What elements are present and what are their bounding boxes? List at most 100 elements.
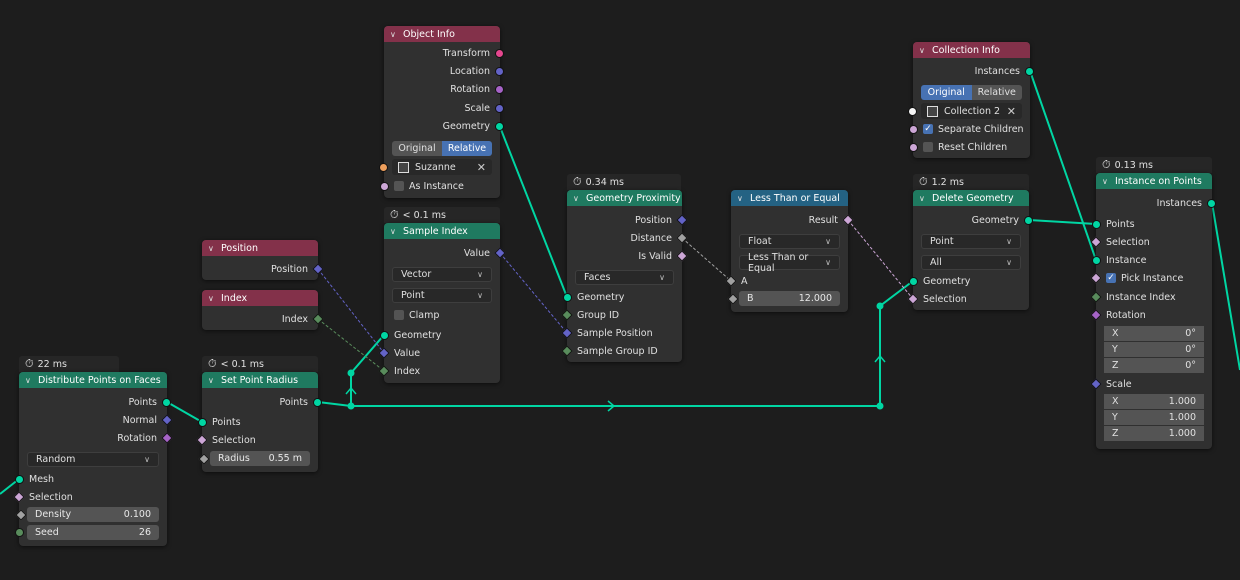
clamp-row[interactable]: Clamp [384, 306, 500, 324]
socket-geometry[interactable] [563, 292, 572, 302]
radius-field[interactable]: Radius 0.55 m [198, 451, 310, 466]
socket-index-in[interactable] [378, 365, 390, 377]
as-instance-row[interactable]: As Instance [380, 177, 500, 195]
position-node[interactable]: ∨ Position Position [202, 240, 324, 280]
compare-header[interactable]: ∨ Less Than or Equal [731, 190, 848, 206]
socket-points-out[interactable] [313, 397, 322, 407]
socket-density[interactable] [15, 509, 27, 521]
socket-a[interactable] [725, 275, 737, 287]
socket-instances-out[interactable] [1207, 198, 1216, 208]
set-point-radius-node[interactable]: ∨ Set Point Radius Points Points Selectio… [196, 372, 322, 472]
socket-normal[interactable] [161, 414, 173, 426]
chevron-down-icon[interactable]: ∨ [737, 194, 747, 203]
as-instance-checkbox[interactable] [394, 181, 404, 191]
target-element-dropdown[interactable]: Faces ∨ [575, 270, 674, 285]
close-icon[interactable]: ✕ [477, 161, 486, 174]
rotation-z-field[interactable]: Z 0° [1104, 358, 1204, 373]
chevron-down-icon[interactable]: ∨ [573, 194, 583, 203]
transform-space-toggle[interactable]: Original Relative [392, 141, 492, 156]
data-type-dropdown[interactable]: Float ∨ [739, 234, 840, 249]
socket-selection[interactable] [1090, 236, 1102, 248]
socket-value-out[interactable] [494, 247, 506, 259]
socket-instance-index[interactable] [1090, 291, 1102, 303]
chevron-down-icon[interactable]: ∨ [1102, 177, 1112, 186]
socket-points-in[interactable] [198, 417, 207, 427]
socket-collection[interactable] [908, 107, 917, 116]
socket-points[interactable] [162, 397, 171, 407]
chevron-down-icon[interactable]: ∨ [208, 244, 218, 253]
socket-points[interactable] [1092, 219, 1101, 229]
socket-transform[interactable] [495, 48, 504, 58]
b-field[interactable]: B 12.000 [727, 291, 840, 306]
socket-selection[interactable] [907, 293, 919, 305]
distribute-points-node[interactable]: ∨ Distribute Points on Faces Points Norma… [13, 372, 173, 546]
socket-radius[interactable] [198, 453, 210, 465]
socket-sample-position[interactable] [561, 327, 573, 339]
socket-mesh[interactable] [15, 474, 24, 484]
socket-distance[interactable] [676, 232, 688, 244]
pick-instance-row[interactable]: ✓ Pick Instance [1090, 269, 1212, 287]
chevron-down-icon[interactable]: ∨ [919, 46, 929, 55]
distribute-header[interactable]: ∨ Distribute Points on Faces [19, 372, 167, 388]
socket-value-in[interactable] [378, 347, 390, 359]
chevron-down-icon[interactable]: ∨ [208, 376, 218, 385]
operation-dropdown[interactable]: Less Than or Equal ∨ [739, 252, 840, 274]
transform-space-toggle[interactable]: Original Relative [921, 85, 1022, 100]
chevron-down-icon[interactable]: ∨ [25, 376, 35, 385]
socket-instances[interactable] [1025, 66, 1034, 76]
distribute-method-dropdown[interactable]: Random ∨ [27, 452, 159, 467]
seed-field[interactable]: Seed 26 [15, 525, 159, 540]
socket-index[interactable] [312, 313, 324, 325]
object-info-node[interactable]: ∨ Object Info Transform Location Rotation… [379, 26, 504, 198]
index-node[interactable]: ∨ Index Index [202, 290, 324, 330]
rotation-x-field[interactable]: X 0° [1104, 326, 1204, 341]
socket-sample-group-id[interactable] [561, 345, 573, 357]
index-header[interactable]: ∨ Index [202, 290, 318, 306]
reset-children-checkbox[interactable] [923, 142, 933, 152]
scale-x-field[interactable]: X 1.000 [1104, 394, 1204, 409]
delete-header[interactable]: ∨ Delete Geometry [913, 190, 1029, 206]
sample-index-node[interactable]: ∨ Sample Index Value Vector ∨ Point ∨ Clamp… [378, 223, 506, 383]
separate-children-row[interactable]: ✓ Separate Children [909, 120, 1030, 138]
relative-option[interactable]: Relative [971, 85, 1022, 100]
domain-dropdown[interactable]: Point ∨ [392, 288, 492, 303]
socket-instance[interactable] [1092, 255, 1101, 265]
mode-dropdown[interactable]: All ∨ [921, 255, 1021, 270]
separate-children-checkbox[interactable]: ✓ [923, 124, 933, 134]
chevron-down-icon[interactable]: ∨ [390, 30, 400, 39]
set-radius-header[interactable]: ∨ Set Point Radius [202, 372, 318, 388]
data-type-dropdown[interactable]: Vector ∨ [392, 267, 492, 282]
instance-header[interactable]: ∨ Instance on Points [1096, 173, 1212, 189]
reset-children-row[interactable]: Reset Children [909, 138, 1030, 156]
socket-selection[interactable] [13, 491, 25, 503]
socket-geometry-out[interactable] [1024, 215, 1033, 225]
chevron-down-icon[interactable]: ∨ [390, 227, 400, 236]
socket-scale[interactable] [1090, 378, 1102, 390]
socket-reset-children[interactable] [909, 142, 918, 152]
compare-node[interactable]: ∨ Less Than or Equal Result Float ∨ Less T… [725, 190, 854, 312]
relative-option[interactable]: Relative [442, 141, 492, 156]
socket-seed[interactable] [15, 528, 24, 537]
socket-geometry[interactable] [380, 330, 389, 340]
instance-on-points-node[interactable]: ∨ Instance on Points Instances Points Sel… [1090, 173, 1216, 449]
socket-position[interactable] [676, 214, 688, 226]
scale-z-field[interactable]: Z 1.000 [1104, 426, 1204, 441]
socket-geometry-in[interactable] [909, 276, 918, 286]
pick-instance-checkbox[interactable]: ✓ [1106, 273, 1116, 283]
collection-field[interactable]: Collection 2 ✕ [908, 103, 1022, 119]
socket-location[interactable] [495, 66, 504, 76]
chevron-down-icon[interactable]: ∨ [919, 194, 929, 203]
proximity-header[interactable]: ∨ Geometry Proximity [567, 190, 682, 206]
domain-dropdown[interactable]: Point ∨ [921, 234, 1021, 249]
sample-index-header[interactable]: ∨ Sample Index [384, 223, 500, 239]
original-option[interactable]: Original [392, 141, 442, 156]
density-field[interactable]: Density 0.100 [15, 507, 159, 522]
socket-geometry[interactable] [495, 121, 504, 131]
socket-rotation[interactable] [495, 84, 504, 94]
socket-rotation[interactable] [161, 432, 173, 444]
delete-geometry-node[interactable]: ∨ Delete Geometry Geometry Point ∨ All ∨ Ge… [907, 190, 1033, 310]
object-field[interactable]: Suzanne ✕ [379, 159, 492, 175]
object-info-header[interactable]: ∨ Object Info [384, 26, 500, 42]
rotation-y-field[interactable]: Y 0° [1104, 342, 1204, 357]
collection-info-header[interactable]: ∨ Collection Info [913, 42, 1030, 58]
